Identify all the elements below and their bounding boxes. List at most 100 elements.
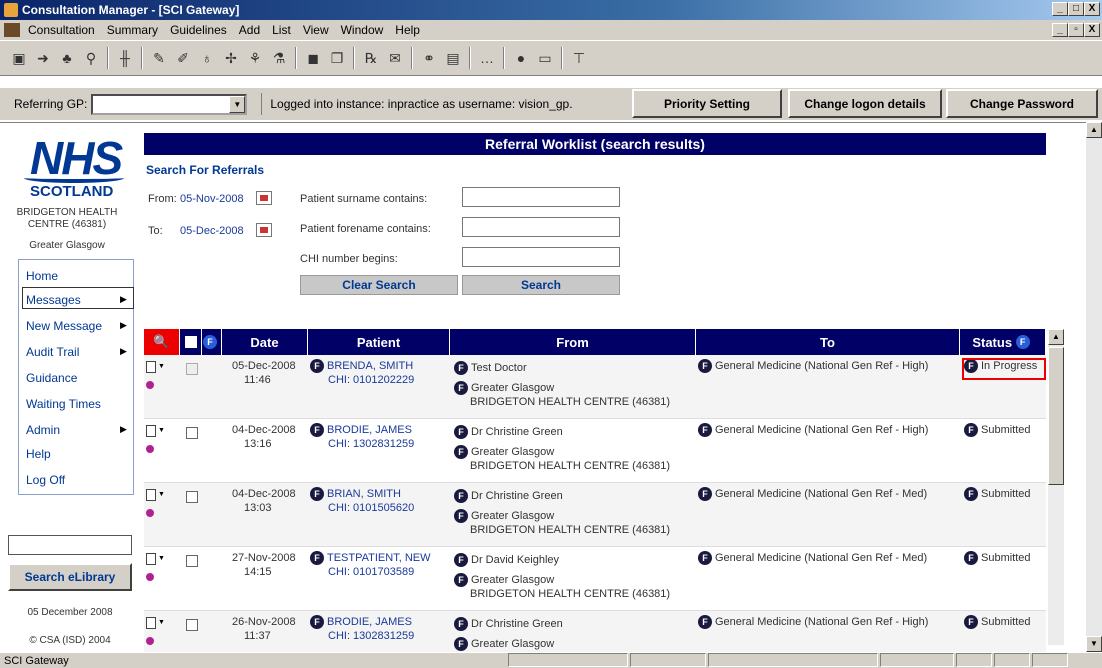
link-icon[interactable]: ⚭: [418, 47, 440, 69]
info-icon[interactable]: F: [454, 361, 468, 376]
document-menu-icon[interactable]: [146, 617, 156, 629]
info-icon[interactable]: F: [964, 551, 978, 566]
chevron-down-icon[interactable]: ▼: [158, 555, 165, 562]
row-checkbox[interactable]: [186, 363, 198, 375]
therapy-icon[interactable]: ⚘: [244, 47, 266, 69]
info-icon[interactable]: F: [454, 489, 468, 504]
record-dot-icon[interactable]: ●: [510, 47, 532, 69]
copy-icon[interactable]: ❐: [326, 47, 348, 69]
status-filter-icon[interactable]: F: [1015, 335, 1030, 349]
chevron-down-icon[interactable]: ▼: [158, 427, 165, 434]
menu-window[interactable]: Window: [335, 23, 390, 37]
medication-icon[interactable]: ♁: [196, 47, 218, 69]
info-icon[interactable]: F: [454, 617, 468, 632]
calendar-icon[interactable]: [256, 191, 272, 205]
notes-icon[interactable]: ▤: [442, 47, 464, 69]
info-icon[interactable]: F: [698, 615, 712, 630]
nav-guidance[interactable]: Guidance: [26, 371, 77, 385]
column-date[interactable]: Date: [222, 329, 308, 355]
family-icon[interactable]: ♣: [56, 47, 78, 69]
scroll-down-icon[interactable]: ▼: [1086, 636, 1102, 652]
table-row[interactable]: ▼ 05-Dec-2008 11:46 F BRENDA, SMITH CHI: 0101…: [144, 355, 1046, 419]
mdi-close-button[interactable]: X: [1084, 23, 1100, 37]
mail-icon[interactable]: ✉: [384, 47, 406, 69]
filter-badge[interactable]: F: [202, 329, 222, 355]
row-checkbox[interactable]: [186, 555, 198, 567]
search-elibrary-button[interactable]: Search eLibrary: [8, 563, 132, 591]
info-icon[interactable]: F: [454, 553, 468, 568]
nav-home[interactable]: Home: [26, 269, 58, 283]
nav-help[interactable]: Help: [26, 447, 51, 461]
table-row[interactable]: ▼ 26-Nov-2008 11:37 F BRODIE, JAMES CHI: 1302…: [144, 611, 1046, 652]
nav-new-message[interactable]: New Message: [26, 319, 102, 333]
change-logon-button[interactable]: Change logon details: [788, 89, 942, 118]
nav-waiting-times[interactable]: Waiting Times: [26, 397, 101, 411]
column-patient[interactable]: Patient: [308, 329, 450, 355]
search-patient-icon[interactable]: ⚲: [80, 47, 102, 69]
pen-icon[interactable]: ✎: [148, 47, 170, 69]
screen-icon[interactable]: ▣: [8, 47, 30, 69]
row-patient[interactable]: F BRIAN, SMITH: [310, 487, 401, 502]
search-icon[interactable]: 🔍: [144, 329, 180, 355]
chi-input[interactable]: [462, 247, 620, 267]
info-icon[interactable]: F: [454, 445, 468, 460]
chevron-down-icon[interactable]: ▼: [158, 363, 165, 370]
table-scrollbar[interactable]: ▲: [1048, 329, 1064, 645]
chart-icon[interactable]: ╫: [114, 47, 136, 69]
menu-help[interactable]: Help: [389, 23, 426, 37]
column-to[interactable]: To: [696, 329, 960, 355]
chevron-down-icon[interactable]: ▼: [158, 491, 165, 498]
row-checkbox[interactable]: [186, 619, 198, 631]
card-icon[interactable]: ▭: [534, 47, 556, 69]
maximize-button[interactable]: □: [1068, 2, 1084, 16]
row-patient[interactable]: F BRODIE, JAMES: [310, 423, 412, 438]
chevron-down-icon[interactable]: ▼: [158, 619, 165, 626]
info-icon[interactable]: F: [698, 423, 712, 438]
add-icon[interactable]: ✢: [220, 47, 242, 69]
chevron-down-icon[interactable]: ▼: [229, 95, 246, 113]
menu-consultation[interactable]: Consultation: [22, 23, 101, 37]
edit-icon[interactable]: ✐: [172, 47, 194, 69]
record-icon[interactable]: ◼: [302, 47, 324, 69]
more-icon[interactable]: …: [476, 47, 498, 69]
menu-add[interactable]: Add: [233, 23, 266, 37]
mdi-minimize-button[interactable]: _: [1052, 23, 1068, 37]
table-row[interactable]: ▼ 04-Dec-2008 13:16 F BRODIE, JAMES CHI: 1302…: [144, 419, 1046, 483]
info-icon[interactable]: F: [310, 551, 324, 566]
document-menu-icon[interactable]: [146, 553, 156, 565]
row-checkbox[interactable]: [186, 427, 198, 439]
document-menu-icon[interactable]: [146, 489, 156, 501]
info-icon[interactable]: F: [964, 615, 978, 630]
column-from[interactable]: From: [450, 329, 696, 355]
info-icon[interactable]: F: [964, 487, 978, 502]
info-icon[interactable]: F: [698, 487, 712, 502]
info-icon[interactable]: F: [454, 425, 468, 440]
minimize-button[interactable]: _: [1052, 2, 1068, 16]
page-scrollbar[interactable]: ▲ ▼: [1086, 122, 1102, 652]
nav-admin[interactable]: Admin: [26, 423, 60, 437]
nav-messages[interactable]: Messages: [26, 293, 81, 307]
menu-list[interactable]: List: [266, 23, 297, 37]
nav-log-off[interactable]: Log Off: [26, 473, 65, 487]
change-password-button[interactable]: Change Password: [946, 89, 1098, 118]
forename-input[interactable]: [462, 217, 620, 237]
info-icon[interactable]: F: [310, 423, 324, 438]
document-icon[interactable]: [4, 23, 20, 37]
column-status[interactable]: Status F: [960, 329, 1046, 355]
close-button[interactable]: X: [1084, 2, 1100, 16]
allergy-icon[interactable]: ⚗: [268, 47, 290, 69]
priority-setting-button[interactable]: Priority Setting: [632, 89, 782, 118]
info-icon[interactable]: F: [454, 509, 468, 524]
patient-select-icon[interactable]: ➜: [32, 47, 54, 69]
row-patient[interactable]: F TESTPATIENT, NEW: [310, 551, 431, 566]
menu-view[interactable]: View: [297, 23, 335, 37]
table-row[interactable]: ▼ 27-Nov-2008 14:15 F TESTPATIENT, NEW CHI: 0…: [144, 547, 1046, 611]
calendar-icon[interactable]: [256, 223, 272, 237]
scroll-up-icon[interactable]: ▲: [1048, 329, 1064, 345]
from-date[interactable]: 05-Nov-2008: [180, 193, 244, 205]
clear-search-button[interactable]: Clear Search: [300, 275, 458, 295]
scroll-up-icon[interactable]: ▲: [1086, 122, 1102, 138]
info-icon[interactable]: F: [698, 359, 712, 374]
menu-guidelines[interactable]: Guidelines: [164, 23, 233, 37]
row-patient[interactable]: F BRENDA, SMITH: [310, 359, 413, 374]
